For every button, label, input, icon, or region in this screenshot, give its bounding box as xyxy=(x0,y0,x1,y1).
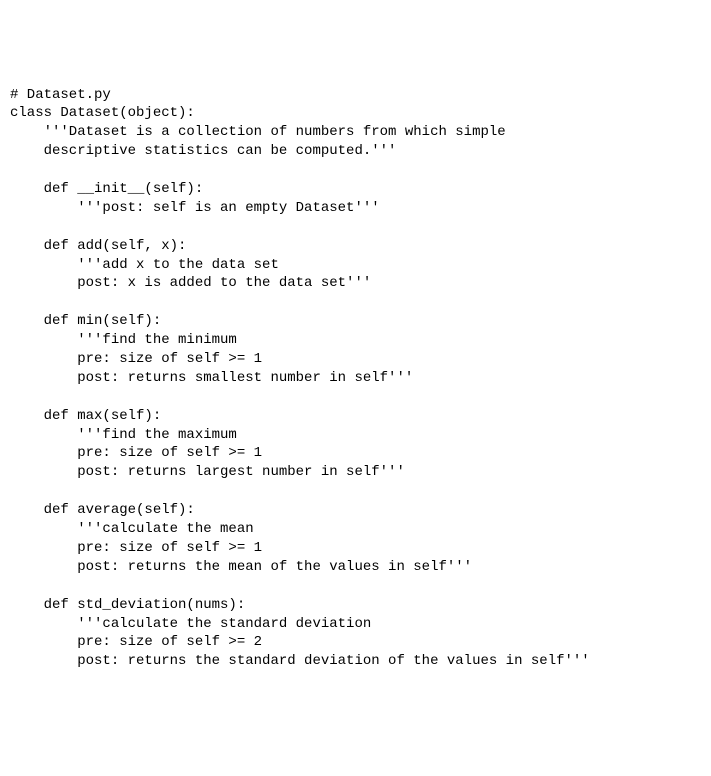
code-line: '''Dataset is a collection of numbers fr… xyxy=(10,124,506,140)
code-line: def add(self, x): xyxy=(10,238,186,254)
code-line: class Dataset(object): xyxy=(10,105,195,121)
code-line: pre: size of self >= 1 xyxy=(10,351,262,367)
code-line: post: returns largest number in self''' xyxy=(10,464,405,480)
code-line: '''calculate the standard deviation xyxy=(10,616,371,632)
code-line: post: returns smallest number in self''' xyxy=(10,370,413,386)
code-line: # Dataset.py xyxy=(10,87,111,103)
code-line: post: returns the mean of the values in … xyxy=(10,559,472,575)
code-line: def __init__(self): xyxy=(10,181,203,197)
code-block: # Dataset.py class Dataset(object): '''D… xyxy=(10,86,701,672)
code-line: post: x is added to the data set''' xyxy=(10,275,371,291)
code-line: descriptive statistics can be computed.'… xyxy=(10,143,396,159)
code-line: def average(self): xyxy=(10,502,195,518)
code-line: '''find the maximum xyxy=(10,427,237,443)
code-line: pre: size of self >= 2 xyxy=(10,634,262,650)
code-line: def max(self): xyxy=(10,408,161,424)
code-line: '''post: self is an empty Dataset''' xyxy=(10,200,380,216)
code-line: pre: size of self >= 1 xyxy=(10,445,262,461)
code-line: post: returns the standard deviation of … xyxy=(10,653,590,669)
code-line: pre: size of self >= 1 xyxy=(10,540,262,556)
code-line: def min(self): xyxy=(10,313,161,329)
code-line: '''calculate the mean xyxy=(10,521,254,537)
code-line: '''add x to the data set xyxy=(10,257,279,273)
code-line: '''find the minimum xyxy=(10,332,237,348)
code-line: def std_deviation(nums): xyxy=(10,597,245,613)
